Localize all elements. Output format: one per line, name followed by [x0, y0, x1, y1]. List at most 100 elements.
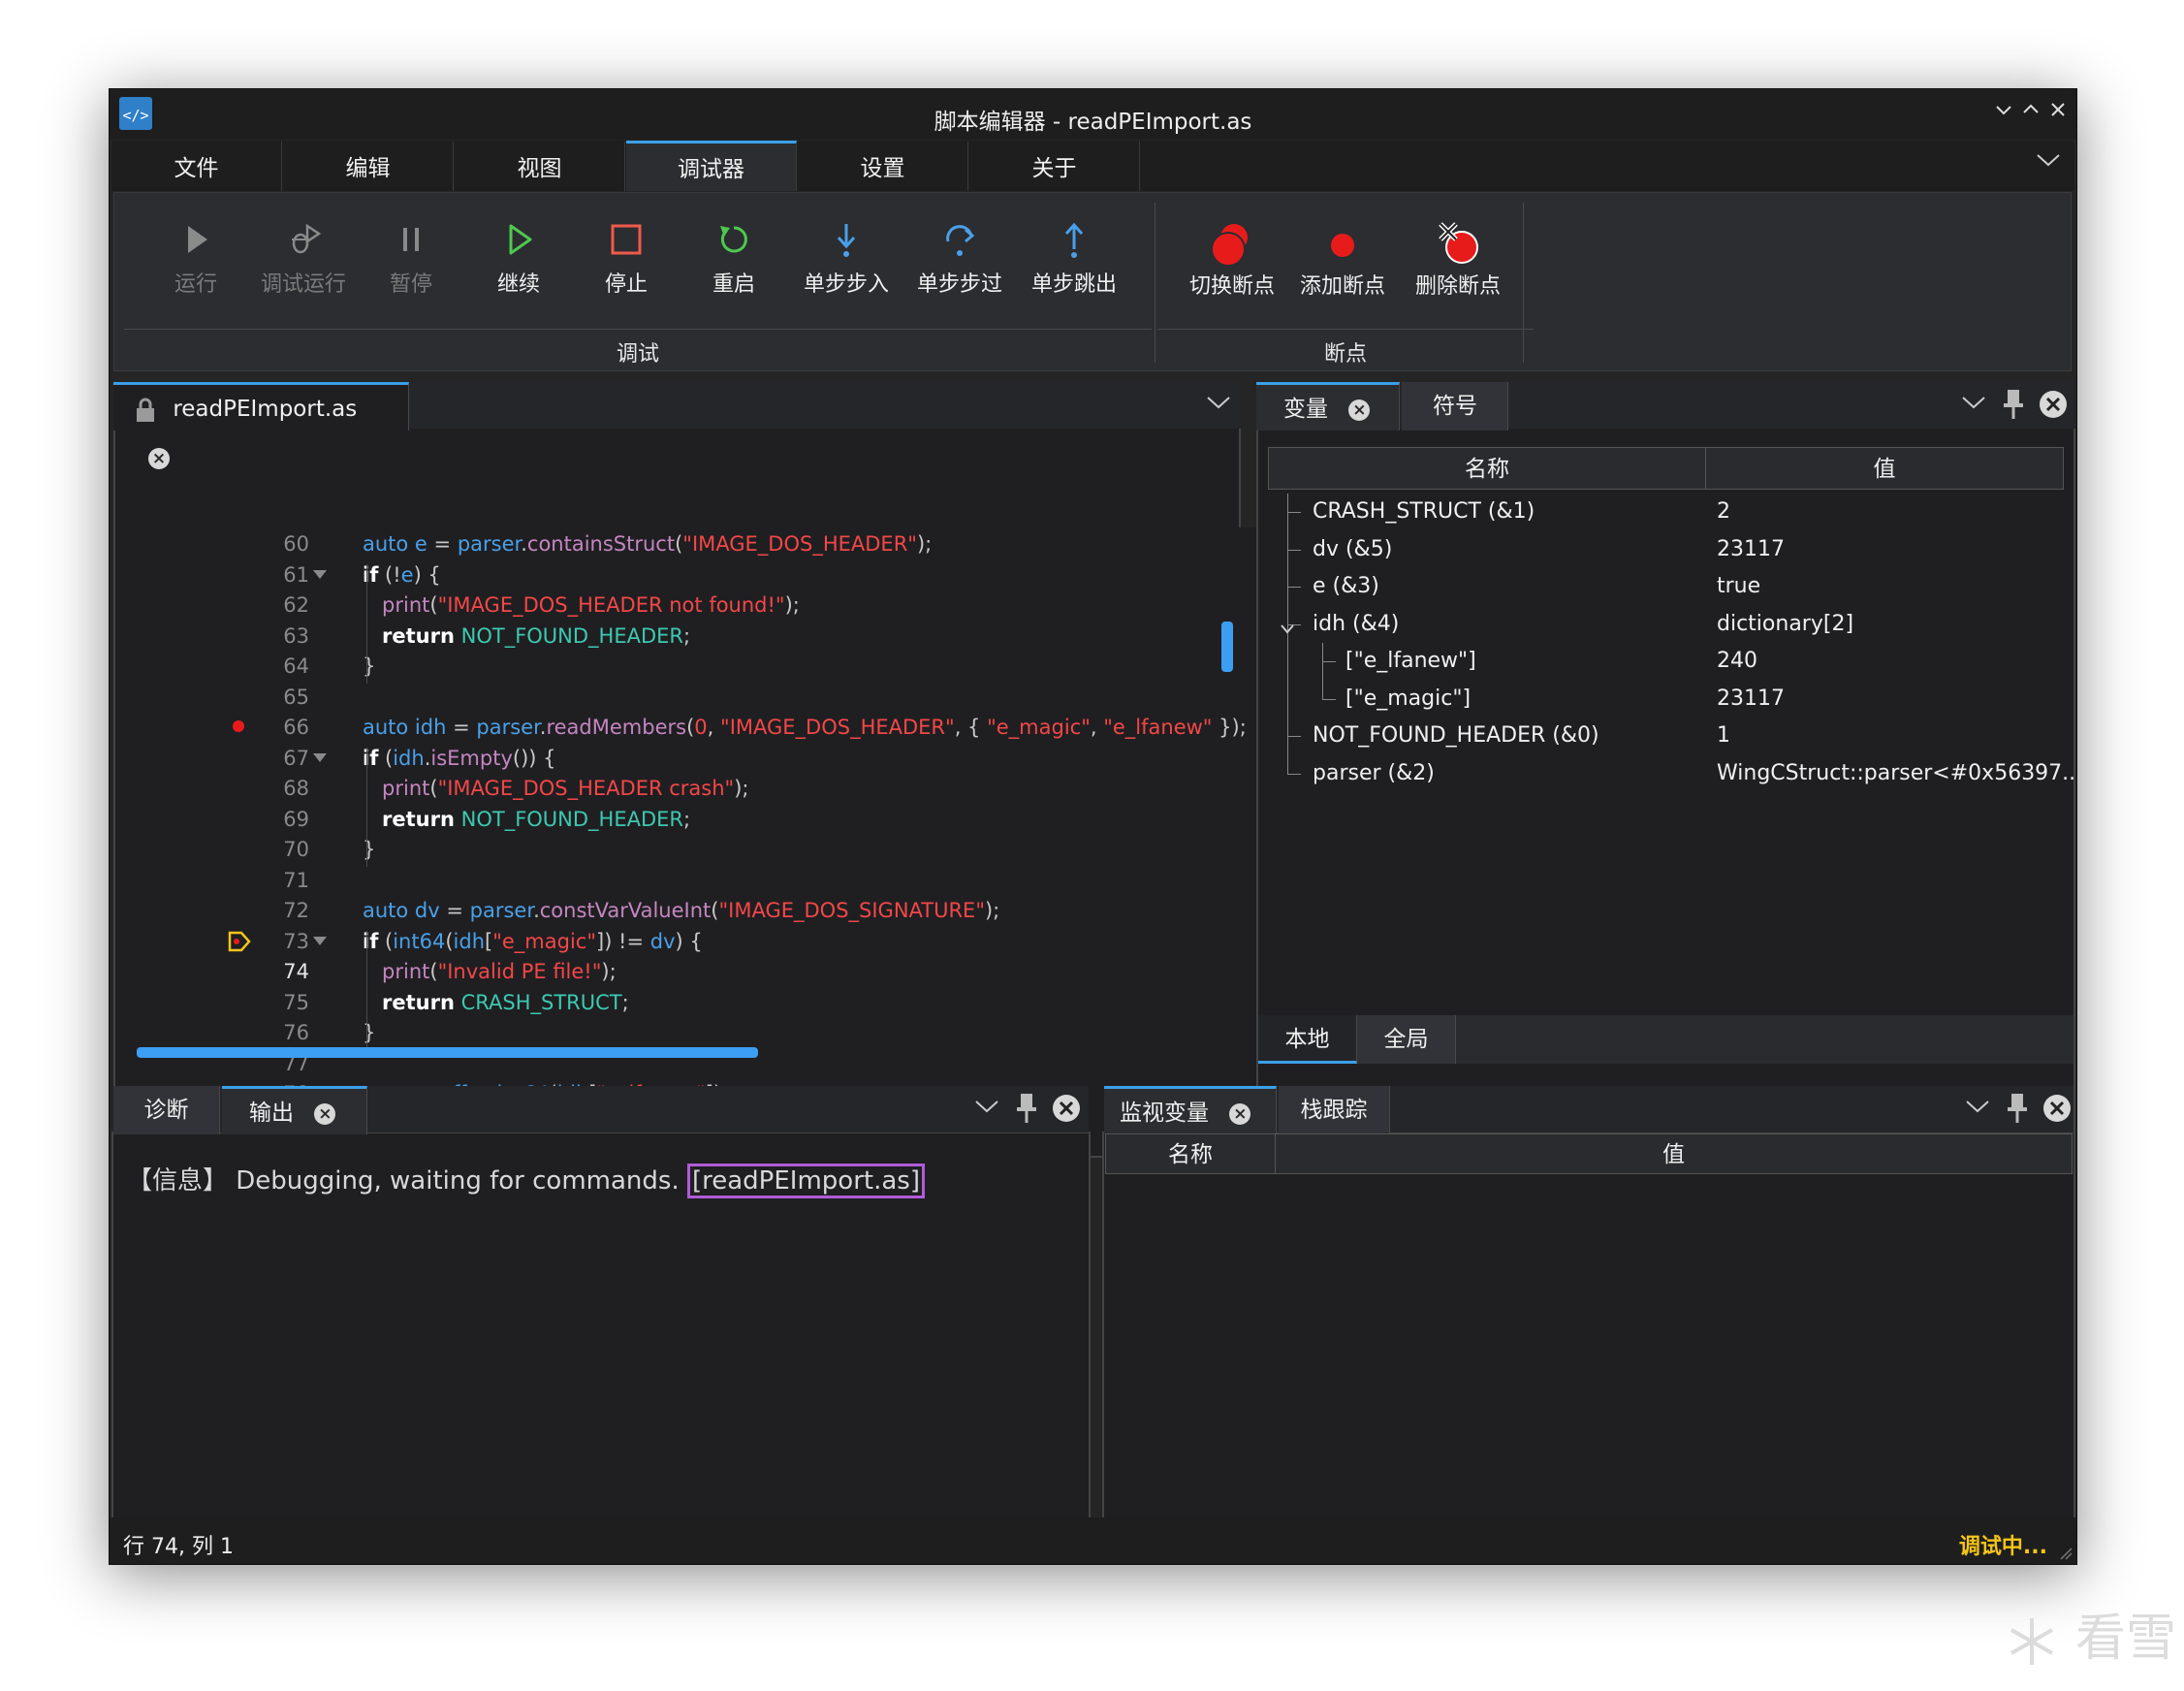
code-line[interactable]: auto dv = parser.constVarValueInt("IMAGE…: [363, 896, 999, 926]
editor-file-tab[interactable]: readPEImport.as ×: [113, 382, 409, 469]
variable-name[interactable]: dv (&5): [1313, 531, 1392, 568]
minimize-icon[interactable]: [1989, 99, 2018, 128]
editor-vertical-scrollbar[interactable]: [1221, 622, 1233, 672]
output-pin-icon[interactable]: [1015, 1092, 1038, 1131]
fold-arrow-icon[interactable]: [313, 936, 327, 945]
tab-stack-trace[interactable]: 栈跟踪: [1279, 1086, 1390, 1134]
variable-name[interactable]: CRASH_STRUCT (&1): [1313, 494, 1535, 530]
restart-button[interactable]: 重启: [685, 220, 782, 307]
line-number[interactable]: 61: [222, 560, 309, 590]
variable-value[interactable]: 1: [1717, 718, 1730, 754]
variables-col-name[interactable]: 名称: [1268, 447, 1706, 490]
watch-chevron-icon[interactable]: [1963, 1096, 1992, 1123]
variable-name[interactable]: idh (&4): [1313, 606, 1399, 643]
variables-col-value[interactable]: 值: [1705, 447, 2064, 490]
tab-diagnostics[interactable]: 诊断: [113, 1086, 220, 1134]
line-number[interactable]: 72: [222, 896, 309, 926]
variable-value[interactable]: 23117: [1717, 531, 1785, 568]
variable-value[interactable]: 2: [1717, 494, 1730, 530]
step-out-button[interactable]: 单步跳出: [1026, 220, 1123, 307]
add-breakpoint-button[interactable]: 添加断点: [1289, 220, 1396, 307]
close-variables-tab-icon[interactable]: ×: [1348, 399, 1371, 421]
code-line[interactable]: if (int64(idh["e_magic"]) != dv) {: [363, 927, 703, 957]
pin-icon[interactable]: [2002, 388, 2025, 427]
fold-arrow-icon[interactable]: [313, 569, 327, 579]
line-number[interactable]: 69: [222, 805, 309, 835]
close-tab-icon[interactable]: ×: [148, 447, 170, 469]
line-number[interactable]: 75: [222, 988, 309, 1018]
line-number[interactable]: 62: [222, 590, 309, 621]
expand-chevron-icon[interactable]: [1280, 618, 1295, 642]
close-output-tab-icon[interactable]: ×: [314, 1102, 336, 1125]
code-line[interactable]: if (!e) {: [363, 560, 441, 590]
tab-output[interactable]: 输出 ×: [222, 1086, 367, 1134]
breakpoint-marker-icon[interactable]: [233, 720, 244, 732]
line-number[interactable]: 63: [222, 622, 309, 652]
output-file-ref[interactable]: [readPEImport.as]: [686, 1164, 925, 1198]
line-number[interactable]: 76: [222, 1018, 309, 1048]
variable-value[interactable]: WingCStruct::parser<#0x56397...: [1717, 755, 2076, 792]
output-close-panel-icon[interactable]: [1052, 1094, 1081, 1129]
variable-value[interactable]: 240: [1717, 643, 1757, 680]
line-number[interactable]: 71: [222, 866, 309, 896]
step-into-button[interactable]: 单步步入: [798, 220, 895, 307]
editor-horizontal-scrollbar[interactable]: [137, 1047, 758, 1058]
tab-global[interactable]: 全局: [1357, 1015, 1456, 1064]
tab-debugger[interactable]: 调试器: [626, 141, 797, 191]
variables-chevron-icon[interactable]: [1959, 392, 1988, 419]
line-number[interactable]: 74: [222, 957, 309, 987]
toggle-breakpoint-button[interactable]: 切换断点: [1174, 220, 1290, 307]
tab-settings[interactable]: 设置: [798, 141, 968, 191]
tab-symbols[interactable]: 符号: [1402, 382, 1508, 431]
debug-run-button[interactable]: 调试运行: [255, 220, 352, 307]
watch-pin-icon[interactable]: [2006, 1092, 2029, 1131]
watch-close-panel-icon[interactable]: [2042, 1094, 2072, 1129]
stop-button[interactable]: 停止: [578, 220, 675, 307]
code-line[interactable]: return NOT_FOUND_HEADER;: [363, 622, 690, 652]
tab-local[interactable]: 本地: [1258, 1015, 1357, 1064]
editor-menu-chevron-icon[interactable]: [1204, 392, 1233, 419]
variable-name[interactable]: ["e_lfanew"]: [1345, 643, 1476, 680]
continue-button[interactable]: 继续: [470, 220, 567, 307]
variable-name[interactable]: parser (&2): [1313, 755, 1435, 792]
maximize-icon[interactable]: [2016, 99, 2045, 128]
code-line[interactable]: }: [363, 835, 375, 865]
code-line[interactable]: print("IMAGE_DOS_HEADER not found!");: [363, 590, 800, 621]
tab-watch[interactable]: 监视变量 ×: [1104, 1086, 1277, 1134]
line-number[interactable]: 68: [222, 774, 309, 804]
code-line[interactable]: }: [363, 652, 375, 682]
code-line[interactable]: return CRASH_STRUCT;: [363, 988, 629, 1018]
fold-arrow-icon[interactable]: [313, 752, 327, 762]
line-number[interactable]: 67: [222, 744, 309, 774]
tab-variables[interactable]: 变量 ×: [1256, 382, 1400, 431]
pause-button[interactable]: 暂停: [363, 220, 459, 307]
line-number[interactable]: 60: [222, 529, 309, 559]
line-number[interactable]: 65: [222, 683, 309, 713]
code-line[interactable]: print("Invalid PE file!");: [363, 957, 617, 987]
code-line[interactable]: }: [363, 1018, 375, 1048]
resize-grip-icon[interactable]: [2057, 1545, 2073, 1560]
variable-name[interactable]: e (&3): [1313, 568, 1379, 605]
code-line[interactable]: return NOT_FOUND_HEADER;: [363, 805, 690, 835]
variable-value[interactable]: dictionary[2]: [1717, 606, 1853, 643]
code-line[interactable]: print("IMAGE_DOS_HEADER crash");: [363, 774, 748, 804]
watch-col-value[interactable]: 值: [1275, 1133, 2073, 1174]
step-over-button[interactable]: 单步步过: [911, 220, 1008, 307]
run-button[interactable]: 运行: [147, 220, 244, 307]
close-window-icon[interactable]: [2043, 99, 2073, 128]
line-number[interactable]: 70: [222, 835, 309, 865]
variable-value[interactable]: true: [1717, 568, 1760, 605]
tab-file[interactable]: 文件: [111, 141, 282, 191]
delete-breakpoint-button[interactable]: 删除断点: [1400, 220, 1516, 307]
close-watch-tab-icon[interactable]: ×: [1229, 1102, 1251, 1125]
close-panel-icon[interactable]: [2039, 390, 2068, 425]
code-line[interactable]: auto idh = parser.readMembers(0, "IMAGE_…: [363, 713, 1247, 743]
code-line[interactable]: auto e = parser.containsStruct("IMAGE_DO…: [363, 529, 932, 559]
variable-value[interactable]: 23117: [1717, 681, 1785, 718]
tab-about[interactable]: 关于: [969, 141, 1140, 191]
ribbon-collapse-icon[interactable]: [2034, 148, 2063, 177]
line-number[interactable]: 64: [222, 652, 309, 682]
variable-name[interactable]: NOT_FOUND_HEADER (&0): [1313, 718, 1599, 754]
tab-view[interactable]: 视图: [455, 141, 625, 191]
watch-col-name[interactable]: 名称: [1105, 1133, 1276, 1174]
